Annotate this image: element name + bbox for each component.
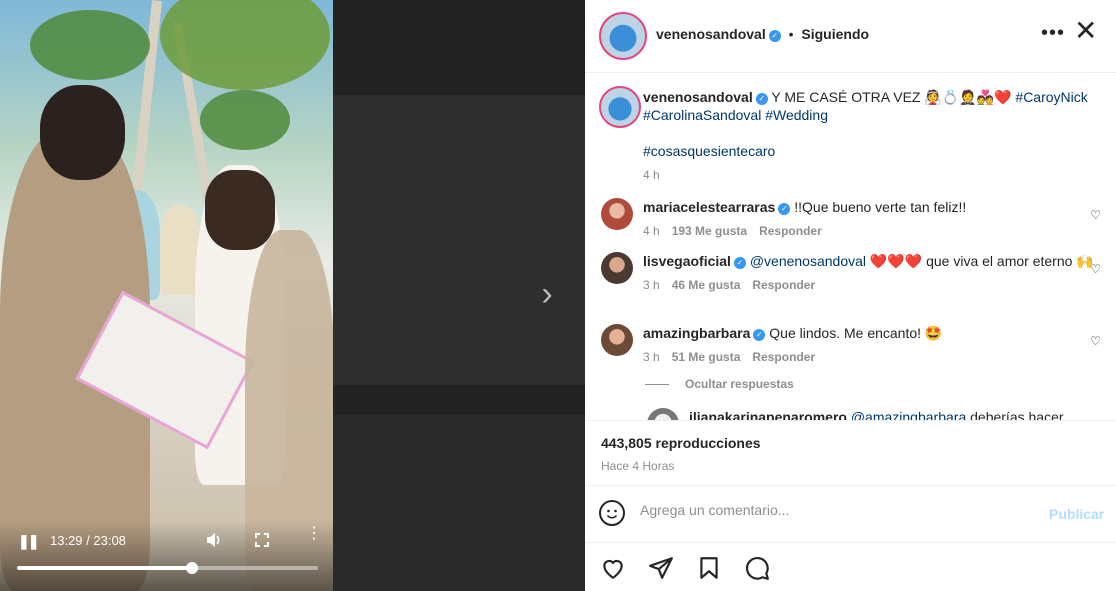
publish-button[interactable]: Publicar	[1049, 506, 1104, 522]
post-actions	[585, 542, 1116, 591]
like-comment-icon[interactable]: ♡	[1090, 332, 1101, 350]
caption-hashtag[interactable]: #CarolinaSandoval #Wedding	[643, 107, 828, 123]
backdrop-post-image	[333, 415, 585, 591]
palm-leaves	[200, 90, 290, 150]
post-time: Hace 4 Horas	[601, 459, 675, 473]
caption-hashtag[interactable]: #cosasquesientecaro	[643, 143, 775, 159]
avatar[interactable]	[599, 12, 647, 60]
header-username[interactable]: venenosandoval	[656, 26, 766, 42]
reply-item: ilianakarinapenaromero @amazingbarbara d…	[647, 408, 1101, 420]
save-icon[interactable]	[696, 555, 722, 581]
post-caption: venenosandoval ✓ Y ME CASÉ OTRA VEZ 👰💍🤵💑❤…	[599, 86, 1101, 184]
avatar[interactable]	[601, 324, 633, 356]
reply-username[interactable]: ilianakarinapenaromero	[689, 409, 847, 420]
palm-leaves	[30, 10, 150, 80]
comment-time: 3 h	[643, 278, 660, 292]
like-comment-icon[interactable]: ♡	[1090, 206, 1101, 224]
comment-input[interactable]	[640, 502, 1020, 518]
video-controls	[0, 521, 333, 591]
hide-replies-button[interactable]: Ocultar respuestas	[645, 377, 794, 391]
comment-item: lisvegaoficial ✓ @venenosandoval ❤️❤️❤️ q…	[601, 252, 1101, 294]
add-comment-bar: Publicar	[585, 486, 1116, 542]
comment-item: amazingbarbara ✓ Que lindos. Me encanto! …	[601, 324, 1101, 366]
hide-replies-label: Ocultar respuestas	[685, 377, 794, 391]
comment-time: 3 h	[643, 350, 660, 364]
verified-icon: ✓	[755, 93, 768, 105]
views-count[interactable]: 443,805 reproducciones	[601, 435, 761, 451]
divider	[645, 384, 669, 386]
verified-icon: ✓	[733, 257, 746, 269]
share-icon[interactable]	[648, 555, 674, 581]
next-post-arrow-icon[interactable]: ›	[533, 277, 561, 311]
fullscreen-icon[interactable]	[255, 533, 269, 550]
verified-icon: ✓	[768, 30, 781, 42]
video-progress-bar[interactable]	[17, 562, 318, 574]
backdrop-post-image	[333, 95, 585, 385]
avatar[interactable]	[601, 252, 633, 284]
reply-button[interactable]: Responder	[752, 350, 815, 364]
emoji-icon[interactable]	[599, 500, 625, 526]
verified-icon: ✓	[778, 203, 791, 215]
post-panel: venenosandoval ✓ • Siguiendo ••• ✕ veneno…	[585, 0, 1116, 591]
reply-button[interactable]: Responder	[752, 278, 815, 292]
post-stats: 443,805 reproducciones Hace 4 Horas	[585, 420, 1116, 486]
like-icon[interactable]	[600, 555, 626, 581]
header-user: venenosandoval ✓ • Siguiendo	[656, 26, 869, 42]
caption-time: 4 h	[643, 168, 660, 182]
post-header: venenosandoval ✓ • Siguiendo ••• ✕	[585, 0, 1116, 73]
video-progress-knob[interactable]	[185, 562, 198, 574]
close-icon[interactable]: ✕	[1074, 16, 1097, 46]
comment-likes[interactable]: 193 Me gusta	[672, 224, 747, 238]
comment-item: mariacelestearraras ✓ !!Que bueno verte t…	[601, 198, 1101, 240]
video-player[interactable]: ❚❚ 13:29 / 23:08 ⋮	[0, 0, 333, 591]
header-separator: •	[788, 26, 794, 42]
caption-username[interactable]: venenosandoval	[643, 89, 753, 105]
comment-username[interactable]: lisvegaoficial	[643, 253, 731, 269]
bride-head	[205, 170, 275, 250]
comment-mention[interactable]: @venenosandoval	[750, 253, 866, 269]
comment-likes[interactable]: 51 Me gusta	[672, 350, 741, 364]
guest-figure	[160, 205, 200, 295]
video-time: 13:29 / 23:08	[50, 533, 126, 548]
comment-text: Que lindos. Me encanto! 🤩	[769, 325, 943, 341]
reply-button[interactable]: Responder	[759, 224, 822, 238]
comment-username[interactable]: mariacelestearraras	[643, 199, 775, 215]
video-options-icon[interactable]: ⋮	[306, 526, 322, 542]
reply-mention[interactable]: @amazingbarbara	[851, 409, 966, 420]
comment-username[interactable]: amazingbarbara	[643, 325, 750, 341]
caption-text: Y ME CASÉ OTRA VEZ 👰💍🤵💑❤️	[771, 89, 1012, 105]
feed-backdrop: ›	[333, 0, 585, 591]
comment-text: !!Que bueno verte tan feliz!!	[794, 199, 967, 215]
avatar[interactable]	[599, 86, 641, 128]
comment-likes[interactable]: 46 Me gusta	[672, 278, 741, 292]
following-button[interactable]: Siguiendo	[801, 26, 869, 42]
comment-icon[interactable]	[744, 555, 770, 581]
avatar[interactable]	[647, 408, 679, 420]
pause-icon[interactable]: ❚❚	[18, 533, 40, 550]
caption-hashtag[interactable]: #CaroyNick	[1015, 89, 1087, 105]
groom-head	[40, 85, 125, 180]
comment-time: 4 h	[643, 224, 660, 238]
avatar[interactable]	[601, 198, 633, 230]
verified-icon: ✓	[753, 329, 766, 341]
more-options-icon[interactable]: •••	[1041, 22, 1065, 45]
volume-icon[interactable]	[205, 531, 223, 552]
reply-text: deberías hacer	[970, 409, 1064, 420]
like-comment-icon[interactable]: ♡	[1090, 260, 1101, 278]
comment-text: ❤️❤️❤️ que viva el amor eterno 🙌	[869, 253, 1094, 269]
video-progress-fill	[17, 566, 192, 570]
comments-list[interactable]: venenosandoval ✓ Y ME CASÉ OTRA VEZ 👰💍🤵💑❤…	[585, 74, 1116, 420]
